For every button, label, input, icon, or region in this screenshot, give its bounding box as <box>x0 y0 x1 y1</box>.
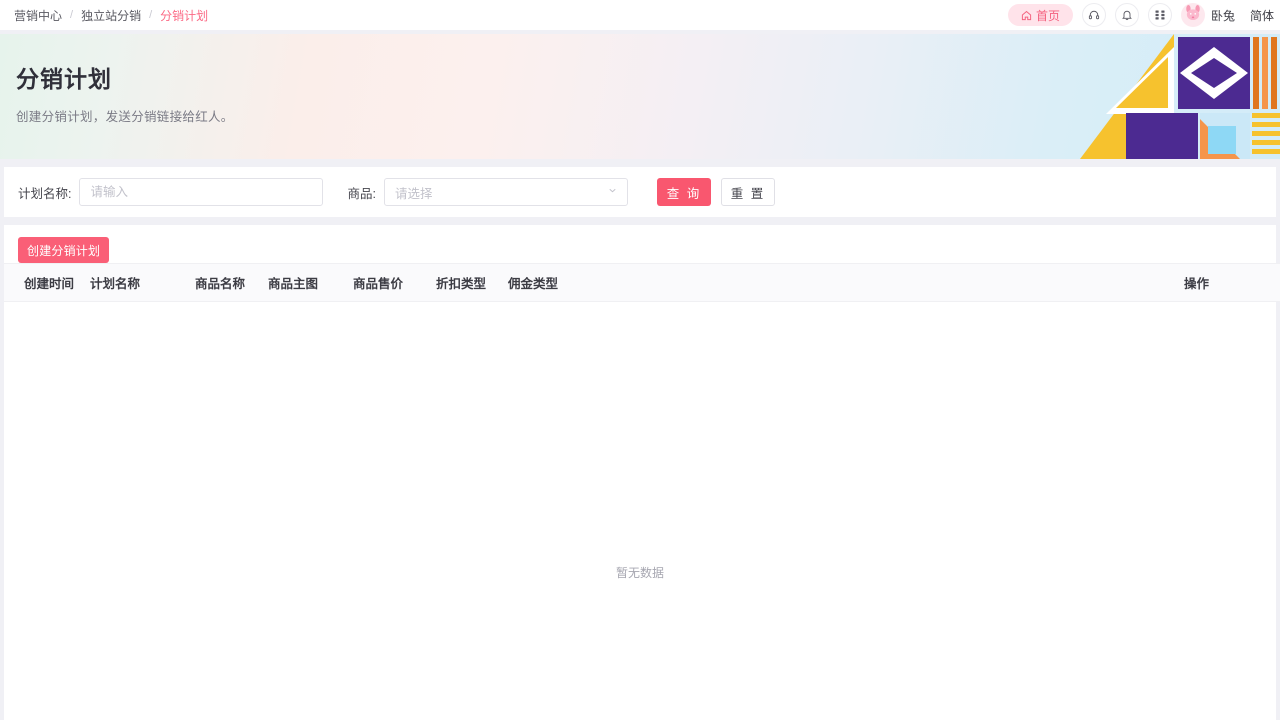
notifications-button[interactable] <box>1114 3 1139 27</box>
grid-apps-icon <box>1154 9 1166 21</box>
home-button[interactable]: 首页 <box>1007 4 1073 26</box>
column-header-actions[interactable]: 操作 <box>1184 263 1280 302</box>
page-banner: 分销计划 创建分销计划，发送分销链接给红人。 <box>0 34 1280 159</box>
rabbit-avatar-icon <box>1183 3 1203 27</box>
breadcrumb: 营销中心 / 独立站分销 / 分销计划 <box>14 7 208 24</box>
breadcrumb-item-distribution-plan[interactable]: 分销计划 <box>160 7 208 24</box>
distribution-plan-table: 创建时间 计划名称 商品名称 商品主图 商品售价 折扣类型 佣金类型 操作 <box>4 263 1280 302</box>
page-subtitle: 创建分销计划，发送分销链接给红人。 <box>16 110 234 124</box>
bell-icon <box>1121 9 1133 21</box>
headset-icon <box>1088 9 1100 21</box>
apps-button[interactable] <box>1147 3 1172 27</box>
chevron-down-icon <box>607 183 618 201</box>
home-button-label: 首页 <box>1035 8 1060 23</box>
banner-text: 分销计划 创建分销计划，发送分销链接给红人。 <box>16 60 234 125</box>
create-distribution-plan-button[interactable]: 创建分销计划 <box>18 237 110 263</box>
column-header-product-image[interactable]: 商品主图 <box>268 263 353 302</box>
plan-name-input[interactable] <box>79 178 324 206</box>
home-icon <box>1021 10 1032 21</box>
product-select[interactable]: 请选择 <box>383 178 628 206</box>
banner-decoration <box>1080 34 1280 159</box>
table-toolbar: 创建分销计划 <box>4 225 1276 263</box>
reset-button[interactable]: 重 置 <box>720 178 775 206</box>
plan-name-label: 计划名称: <box>18 186 72 201</box>
content-card: 创建分销计划 创建时间 计划名称 商品名称 商品主图 商品售价 折扣类型 佣金类… <box>4 225 1280 720</box>
product-field: 商品: 请选择 <box>347 178 628 206</box>
column-header-product-name[interactable]: 商品名称 <box>195 263 268 302</box>
product-select-value: 请选择 <box>394 186 433 201</box>
column-header-create-time[interactable]: 创建时间 <box>4 263 90 302</box>
page-title: 分销计划 <box>16 66 112 92</box>
column-header-plan-name[interactable]: 计划名称 <box>90 263 195 302</box>
language-switcher[interactable]: 简体 <box>1250 7 1274 24</box>
search-button[interactable]: 查 询 <box>656 178 711 206</box>
geometric-decoration-icon <box>1080 34 1280 159</box>
user-menu[interactable]: 卧兔 <box>1180 3 1235 27</box>
column-header-discount-type[interactable]: 折扣类型 <box>436 263 508 302</box>
column-header-commission-type[interactable]: 佣金类型 <box>508 263 1184 302</box>
table-body-empty: 暂无数据 <box>4 302 1276 720</box>
table-header-row: 创建时间 计划名称 商品名称 商品主图 商品售价 折扣类型 佣金类型 操作 <box>4 263 1280 302</box>
filter-bar: 计划名称: 商品: 请选择 查 询 重 置 <box>4 167 1276 217</box>
top-bar: 营销中心 / 独立站分销 / 分销计划 首页 卧兔 简体 <box>0 0 1280 30</box>
breadcrumb-separator: / <box>70 9 74 21</box>
username: 卧兔 <box>1210 8 1235 23</box>
breadcrumb-item-independent-site-distribution[interactable]: 独立站分销 <box>81 7 141 24</box>
breadcrumb-item-marketing-center[interactable]: 营销中心 <box>14 7 62 24</box>
customer-service-button[interactable] <box>1081 3 1106 27</box>
breadcrumb-separator: / <box>149 9 153 21</box>
product-label: 商品: <box>347 186 376 201</box>
avatar <box>1180 3 1205 27</box>
column-header-product-price[interactable]: 商品售价 <box>353 263 436 302</box>
top-bar-actions: 首页 卧兔 简体 <box>1007 3 1274 27</box>
plan-name-field: 计划名称: <box>18 178 324 206</box>
empty-state-text: 暂无数据 <box>615 566 664 580</box>
